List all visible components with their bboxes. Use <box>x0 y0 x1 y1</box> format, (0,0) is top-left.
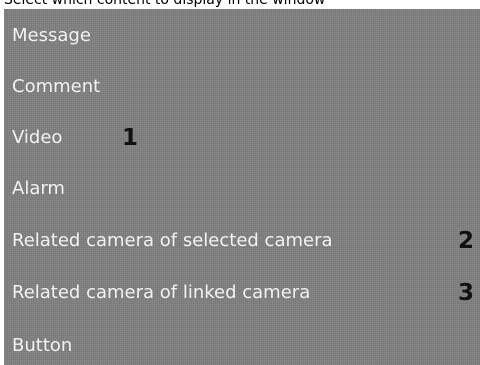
menu-item-related-camera-linked[interactable]: Related camera of linked camera <box>12 278 310 308</box>
menu-item-message[interactable]: Message <box>12 21 91 51</box>
callout-number-2: 2 <box>458 228 475 254</box>
menu-item-comment[interactable]: Comment <box>12 72 100 102</box>
callout-number-1: 1 <box>122 125 139 151</box>
menu-item-related-camera-selected[interactable]: Related camera of selected camera <box>12 226 333 256</box>
menu-item-button[interactable]: Button <box>12 331 72 361</box>
callout-number-3: 3 <box>458 280 475 306</box>
clipped-caption-text: Select which content to display in the w… <box>4 0 326 8</box>
menu-item-alarm[interactable]: Alarm <box>12 174 65 204</box>
content-type-menu: Message Comment Video Alarm Related came… <box>4 9 480 365</box>
clipped-caption: Select which content to display in the w… <box>0 0 480 9</box>
menu-item-video[interactable]: Video <box>12 123 62 153</box>
